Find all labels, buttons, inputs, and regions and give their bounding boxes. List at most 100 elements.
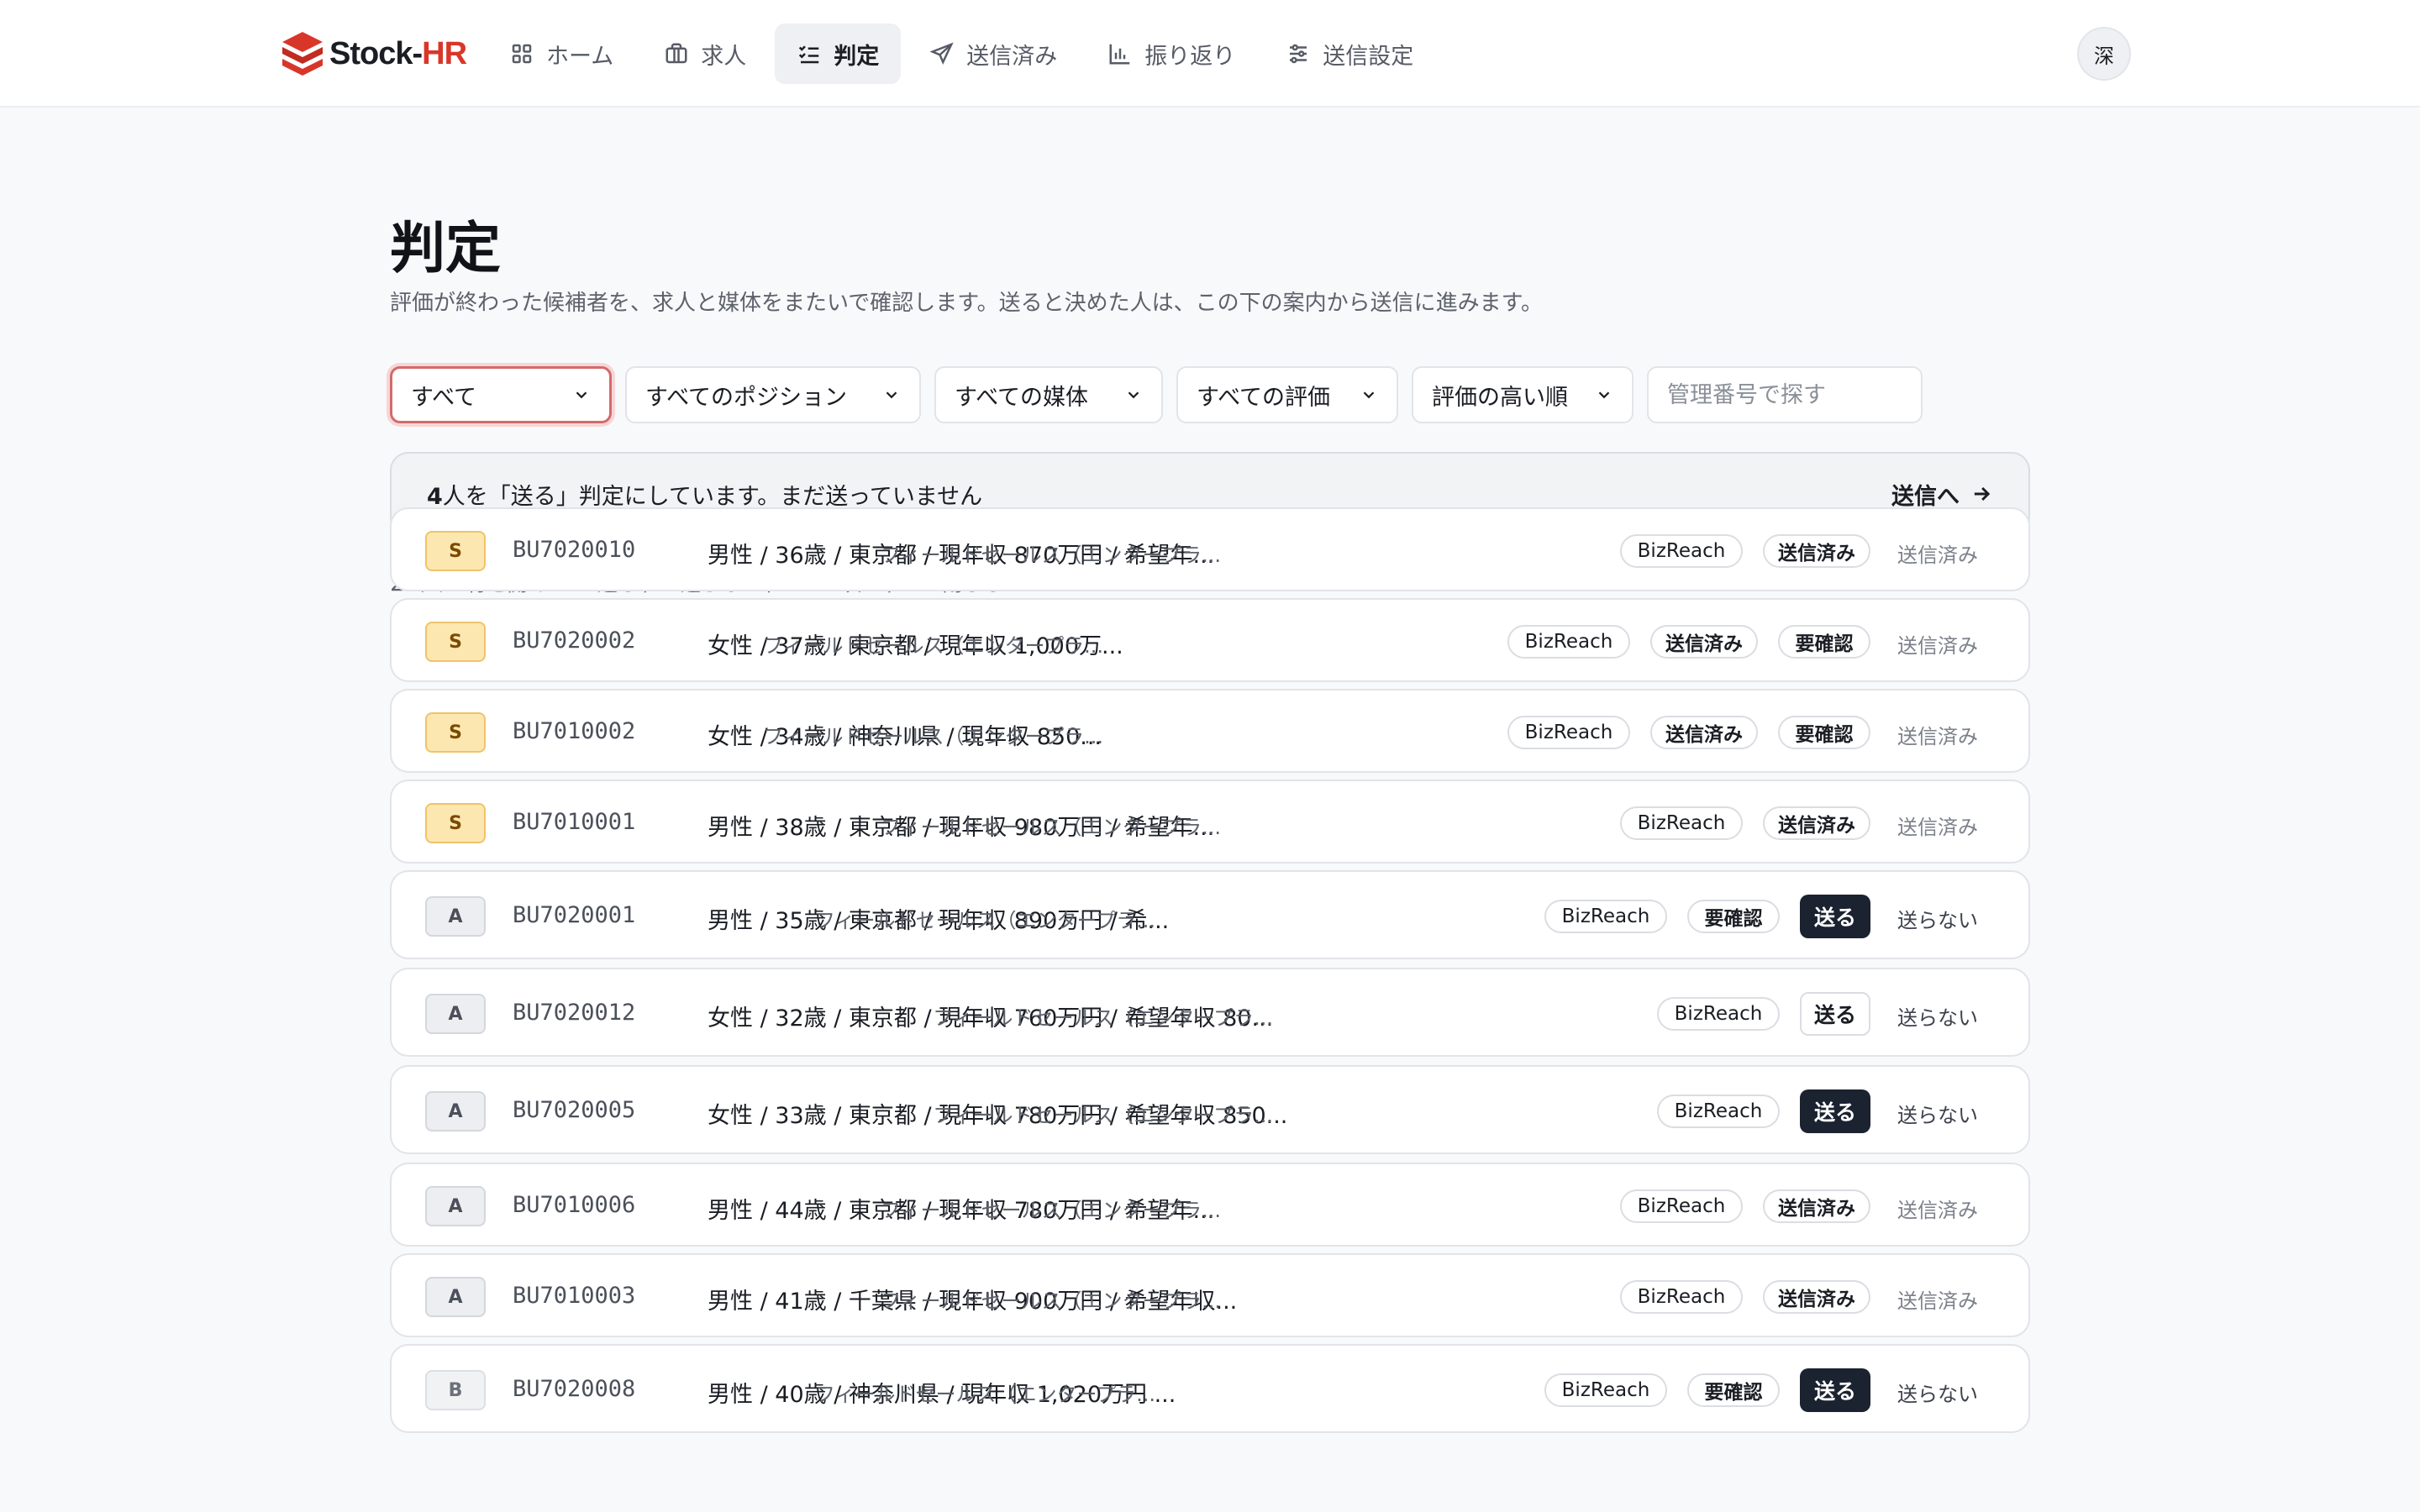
candidate-id: BU7020008 (513, 1376, 636, 1402)
chevron-down-icon (1128, 391, 1139, 399)
sort-select[interactable]: 評価の高い順 (1412, 366, 1634, 423)
candidate-row[interactable]: A BU7020001 男性 / 35歳 / 東京都 / 現年収 890万円 / 希… (390, 870, 2030, 959)
status-tag: 要確認 (1778, 716, 1870, 749)
grade-badge: A (425, 1091, 486, 1131)
chevron-down-icon (576, 391, 587, 399)
go-to-send-link[interactable]: 送信へ (1891, 478, 1993, 511)
send-button[interactable]: 送る (1800, 992, 1870, 1036)
send-button[interactable]: 送る (1800, 895, 1870, 938)
nav-item-home[interactable]: ホーム (487, 24, 635, 84)
send-button[interactable]: 送る (1800, 1089, 1870, 1133)
select-value: すべての評価 (1197, 384, 1331, 411)
position-name: フィールドセールス（エンタープラ... (815, 909, 1155, 932)
candidate-id: BU7020005 (513, 1097, 636, 1123)
logo[interactable]: Stock-HR (281, 27, 467, 81)
candidate-row[interactable]: A BU7020012 女性 / 32歳 / 東京都 / 現年収 760万円 / 希… (390, 968, 2030, 1057)
arrow-right-icon (1974, 486, 1991, 501)
nav-item-sent[interactable]: 送信済み (908, 24, 1079, 84)
nav-item-review[interactable]: 振り返り (1086, 24, 1257, 84)
nav-label: 送信済み (966, 43, 1058, 70)
send-button[interactable]: 送る (1800, 1368, 1870, 1412)
select-value: すべての媒体 (955, 384, 1089, 411)
status-tag: 送信済み (1763, 1280, 1870, 1314)
media-filter-select[interactable]: すべての媒体 (934, 366, 1163, 423)
dont-send-button[interactable]: 送らない (1897, 1378, 1978, 1407)
nav-label: 送信設定 (1323, 43, 1414, 70)
media-tag: BizReach (1507, 716, 1630, 749)
status-tag: 送信済み (1763, 806, 1870, 840)
grade-badge: S (425, 803, 486, 843)
candidate-row[interactable]: A BU7010003 男性 / 41歳 / 千葉県 / 現年収 900万円 / 希… (390, 1253, 2030, 1337)
nav-item-send-settings[interactable]: 送信設定 (1264, 24, 1435, 84)
position-name: フィールドセールス（エンタープラ... (881, 1289, 1221, 1313)
candidate-id: BU7010001 (513, 809, 636, 835)
select-value: すべて (411, 384, 477, 411)
media-tag: BizReach (1657, 1095, 1780, 1128)
media-tag: BizReach (1507, 625, 1630, 659)
grade-badge: B (425, 1370, 486, 1410)
status-tag: 要確認 (1687, 900, 1780, 933)
bar-chart-icon (1109, 44, 1130, 65)
candidate-row[interactable]: S BU7020002 女性 / 37歳 / 東京都 / 現年収 1,000万...… (390, 598, 2030, 682)
candidate-row[interactable]: S BU7010002 女性 / 34歳 / 神奈川県 / 現年収 850... フィ… (390, 689, 2030, 773)
dont-send-button[interactable]: 送らない (1897, 1099, 1978, 1128)
dont-send-button[interactable]: 送らない (1897, 904, 1978, 933)
avatar[interactable]: 深 (2077, 27, 2131, 81)
candidate-id: BU7010006 (513, 1192, 636, 1218)
media-tag: BizReach (1620, 1189, 1743, 1223)
banner-message: 人を「送る」判定にしています。まだ送っていません (442, 483, 983, 510)
chevron-down-icon (1598, 391, 1610, 399)
page-title: 判定 (390, 216, 501, 281)
status-tag: 要確認 (1778, 625, 1870, 659)
status-tag: 送信済み (1763, 1189, 1870, 1223)
media-tag: BizReach (1620, 806, 1743, 840)
grade-badge: A (425, 994, 486, 1034)
grade-badge: S (425, 531, 486, 571)
candidate-id: BU7010002 (513, 718, 636, 744)
position-name: フィールドセールス（エンタープラ... (881, 543, 1221, 567)
position-name: フィールドセールス（エンタープラ... (763, 725, 1103, 748)
grade-badge: S (425, 622, 486, 662)
candidate-id: BU7020012 (513, 1000, 636, 1026)
grid-icon (512, 44, 532, 64)
id-search-input[interactable] (1647, 366, 1923, 423)
status-tag: 送信済み (1763, 534, 1870, 568)
dont-send-button[interactable]: 送らない (1897, 1001, 1978, 1031)
pending-count: 4 (427, 483, 443, 510)
nav-label: 振り返り (1144, 43, 1236, 70)
candidate-row[interactable]: S BU7020010 男性 / 36歳 / 東京都 / 現年収 870万円 / 希… (390, 507, 2030, 591)
send-icon (929, 42, 954, 66)
sent-status: 送信済み (1897, 725, 1978, 748)
candidate-id: BU7020010 (513, 537, 636, 563)
sent-status: 送信済み (1897, 1289, 1978, 1313)
logo-brand: Stock- (329, 35, 423, 71)
candidate-row[interactable]: A BU7020005 女性 / 33歳 / 東京都 / 現年収 780万円 / 希… (390, 1065, 2030, 1154)
nav-item-jobs[interactable]: 求人 (642, 24, 768, 84)
status-tag: 送信済み (1650, 716, 1758, 749)
candidate-row[interactable]: A BU7010006 男性 / 44歳 / 東京都 / 現年収 780万円 / 希… (390, 1163, 2030, 1247)
nav-label: ホーム (546, 43, 614, 70)
position-name: フィールドセールス（エンタープラ... (933, 1006, 1273, 1030)
logo-accent: HR (422, 35, 467, 71)
briefcase-icon (666, 43, 687, 64)
position-name: フィールドセールス（エンタープラ... (881, 1199, 1221, 1222)
status-filter-select[interactable]: すべて (390, 366, 612, 423)
candidate-row[interactable]: B BU7020008 男性 / 40歳 / 神奈川県 / 現年収 1,020万円 … (390, 1344, 2030, 1433)
nav-item-judgement[interactable]: 判定 (775, 24, 902, 84)
media-tag: BizReach (1620, 534, 1743, 568)
sent-status: 送信済み (1897, 543, 1978, 567)
sent-status: 送信済み (1897, 1199, 1978, 1222)
position-filter-select[interactable]: すべてのポジション (625, 366, 921, 423)
rating-filter-select[interactable]: すべての評価 (1176, 366, 1398, 423)
top-header: Stock-HR ホーム 求人 判定 送信済み 振り返り 送信設定 深 (0, 0, 2420, 108)
grade-badge: A (425, 896, 486, 937)
media-tag: BizReach (1657, 997, 1780, 1031)
media-tag: BizReach (1620, 1280, 1743, 1314)
candidate-id: BU7020001 (513, 902, 636, 928)
sliders-icon (1290, 44, 1307, 64)
nav-label: 判定 (834, 43, 880, 70)
filter-bar: すべて すべてのポジション すべての媒体 すべての評価 評価の高い順 (390, 366, 1923, 423)
media-tag: BizReach (1544, 900, 1667, 933)
candidate-row[interactable]: S BU7010001 男性 / 38歳 / 東京都 / 現年収 980万円 / 希… (390, 780, 2030, 864)
checklist-icon (799, 45, 819, 64)
